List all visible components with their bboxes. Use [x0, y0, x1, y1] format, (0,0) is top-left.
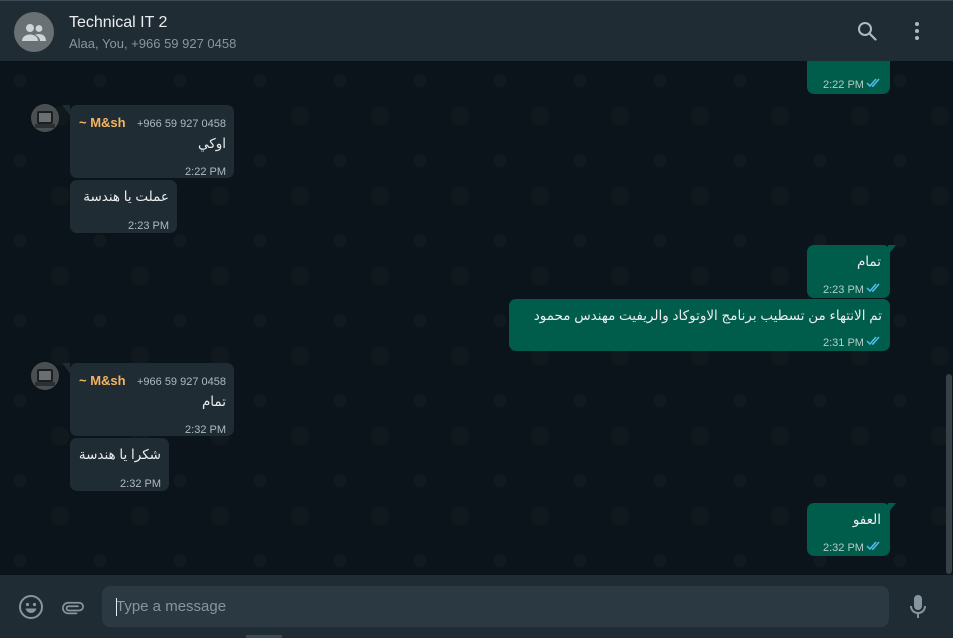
- message-text: اوكي: [198, 136, 226, 151]
- scrollbar-thumb[interactable]: [946, 374, 952, 574]
- menu-button[interactable]: [905, 19, 929, 43]
- message-outgoing[interactable]: تم الانتهاء من تسطيب برنامج الاوتوكاد وا…: [509, 299, 890, 351]
- bubble-tail: [62, 105, 70, 115]
- message-incoming[interactable]: ~ M&sh +966 59 927 0458 تمام 2:32 PM: [70, 363, 234, 436]
- attach-button[interactable]: [59, 594, 85, 620]
- double-check-icon: [866, 78, 880, 88]
- voice-message-button[interactable]: [905, 594, 931, 620]
- message-outgoing[interactable]: العفو 2:32 PM: [807, 503, 890, 556]
- message-text: عملت يا هندسة: [83, 189, 169, 204]
- message-incoming[interactable]: عملت يا هندسة 2:23 PM: [70, 180, 177, 233]
- message-text: تمام: [856, 254, 881, 269]
- sender-avatar[interactable]: [31, 362, 59, 390]
- avatar-image-icon: [31, 104, 59, 132]
- chat-title[interactable]: Technical IT 2: [69, 14, 167, 32]
- sender-name[interactable]: ~ M&sh: [79, 114, 126, 132]
- message-time: 2:32 PM: [120, 478, 161, 490]
- emoji-button[interactable]: [18, 594, 44, 620]
- sender-phone: +966 59 927 0458: [136, 118, 226, 130]
- chat-participants[interactable]: Alaa, You, +966 59 927 0458: [69, 36, 236, 51]
- avatar-image-icon: [31, 362, 59, 390]
- double-check-icon: [866, 541, 880, 551]
- group-icon: [22, 24, 46, 41]
- kebab-menu-icon: [915, 22, 919, 40]
- group-avatar[interactable]: [14, 12, 54, 52]
- message-outgoing[interactable]: ؟ 2:22 PM: [807, 61, 890, 94]
- sender-name[interactable]: ~ M&sh: [79, 372, 126, 390]
- compose-bar: [0, 575, 953, 638]
- double-check-icon: [866, 283, 880, 293]
- emoji-icon: [19, 595, 43, 619]
- message-outgoing[interactable]: تمام 2:23 PM: [807, 245, 890, 298]
- message-incoming[interactable]: ~ M&sh +966 59 927 0458 اوكي 2:22 PM: [70, 105, 234, 178]
- bubble-tail: [62, 363, 70, 373]
- text-caret: [116, 598, 117, 616]
- chat-header[interactable]: Technical IT 2 Alaa, You, +966 59 927 04…: [0, 1, 953, 61]
- sender-phone: +966 59 927 0458: [136, 376, 226, 388]
- paperclip-icon: [62, 601, 84, 615]
- message-incoming[interactable]: شكرا يا هندسة 2:32 PM: [70, 438, 169, 491]
- message-text: تم الانتهاء من تسطيب برنامج الاوتوكاد وا…: [533, 308, 882, 323]
- message-list[interactable]: ؟ 2:22 PM ~ M&sh +966 59 927 0458 اوكي 2…: [0, 61, 953, 575]
- message-time: 2:32 PM: [823, 542, 864, 554]
- message-text: شكرا يا هندسة: [78, 447, 161, 462]
- microphone-icon: [910, 595, 926, 618]
- sender-avatar[interactable]: [31, 104, 59, 132]
- message-text: العفو: [852, 512, 881, 527]
- message-time: 2:32 PM: [185, 424, 226, 436]
- message-time: 2:31 PM: [823, 337, 864, 349]
- message-input[interactable]: [102, 586, 889, 627]
- search-icon: [858, 22, 877, 41]
- message-time: 2:22 PM: [823, 79, 864, 91]
- message-text: ؟: [874, 61, 881, 65]
- search-button[interactable]: [855, 19, 879, 43]
- double-check-icon: [866, 336, 880, 346]
- message-time: 2:23 PM: [128, 220, 169, 232]
- message-text: تمام: [201, 394, 226, 409]
- message-time: 2:22 PM: [185, 166, 226, 178]
- message-time: 2:23 PM: [823, 284, 864, 296]
